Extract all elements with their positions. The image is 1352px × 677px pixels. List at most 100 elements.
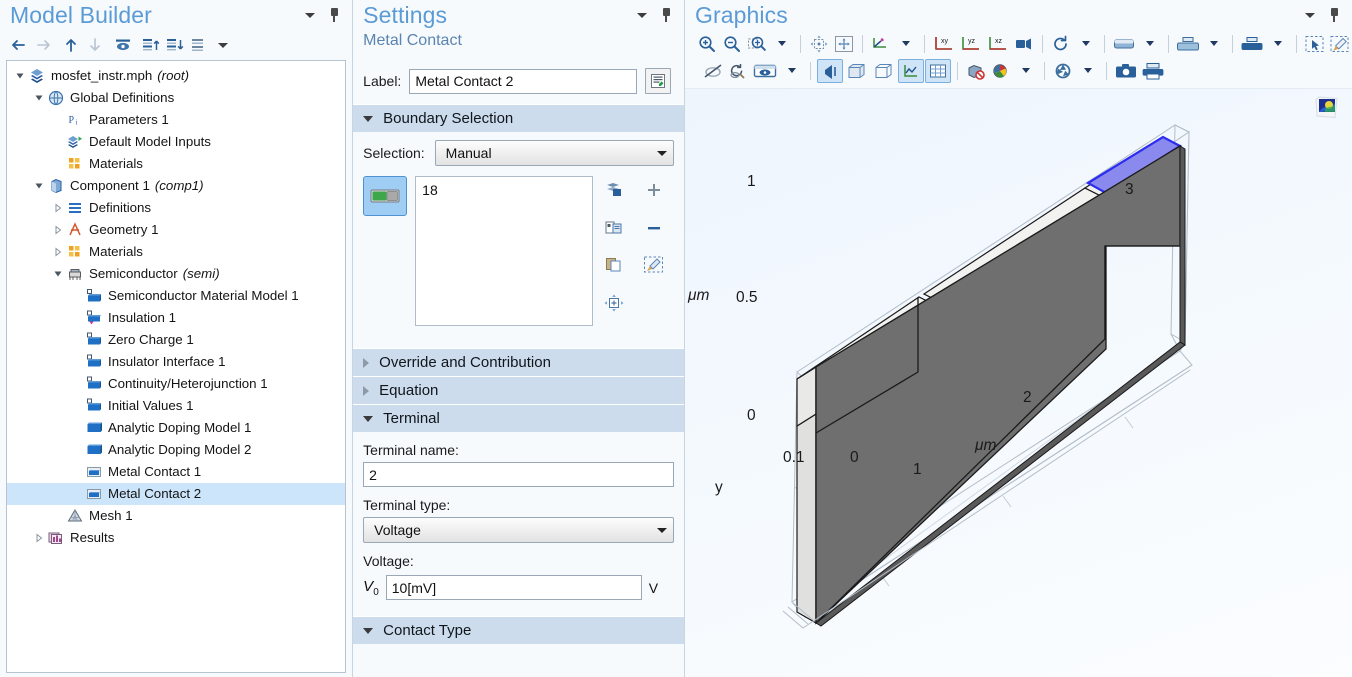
pin-icon[interactable]	[326, 7, 342, 23]
show-grid-icon[interactable]	[925, 58, 951, 83]
go-forward-icon[interactable]	[32, 34, 54, 56]
scene-settings-dropdown-icon[interactable]	[1076, 59, 1100, 83]
print-preview-icon[interactable]	[1175, 32, 1201, 56]
transparency-icon[interactable]	[871, 59, 897, 83]
label-input[interactable]	[409, 68, 638, 94]
expand-triangle-closed-icon[interactable]	[51, 219, 65, 241]
graphics-canvas[interactable]: 1 0.5 0 μm 1 2 3 μm 0.1 0 y	[685, 88, 1352, 677]
reset-view-icon[interactable]	[1049, 32, 1073, 56]
zoom-extents-icon[interactable]	[807, 32, 831, 56]
tree-node-materials[interactable]: Materials	[7, 241, 345, 263]
zoom-box-dropdown-icon[interactable]	[770, 32, 794, 56]
terminal-name-input[interactable]	[363, 462, 674, 487]
tree-node-analytic-doping-model-2[interactable]: Analytic Doping Model 2	[7, 439, 345, 461]
chevron-down-icon[interactable]	[1302, 7, 1318, 23]
move-up-icon[interactable]	[60, 34, 82, 56]
paste-selection-icon[interactable]	[601, 253, 627, 277]
tree-node-global-definitions[interactable]: Global Definitions	[7, 87, 345, 109]
hide-geometry-icon[interactable]	[701, 59, 725, 83]
scene-light-icon[interactable]	[1111, 32, 1137, 56]
select-box-icon[interactable]	[1303, 32, 1327, 56]
terminal-type-dropdown[interactable]: Voltage	[363, 517, 674, 543]
tree-node-results[interactable]: Results	[7, 527, 345, 549]
move-down-icon[interactable]	[84, 34, 106, 56]
click-and-hide-icon[interactable]	[817, 58, 843, 83]
expand-triangle-open-icon[interactable]	[32, 175, 46, 197]
expand-triangle-closed-icon[interactable]	[51, 241, 65, 263]
print-icon[interactable]	[1140, 59, 1166, 83]
color-legend-dropdown-icon[interactable]	[1014, 59, 1038, 83]
selection-entity-list[interactable]: 18	[415, 176, 594, 326]
chevron-down-icon[interactable]	[634, 7, 650, 23]
zoom-box-icon[interactable]	[745, 32, 769, 56]
tree-node-continuity-heterojunction-1[interactable]: Continuity/Heterojunction 1	[7, 373, 345, 395]
reset-dropdown-icon[interactable]	[1074, 32, 1098, 56]
toolbar-dropdown-icon[interactable]	[212, 34, 234, 56]
print-preview-dropdown-icon[interactable]	[1202, 32, 1226, 56]
go-back-icon[interactable]	[8, 34, 30, 56]
active-selection-toggle-icon[interactable]	[363, 176, 408, 216]
copy-selection-icon[interactable]	[601, 216, 627, 240]
section-override-and-contribution[interactable]: Override and Contribution	[353, 348, 684, 376]
rotate-axis-icon[interactable]	[869, 32, 893, 56]
camera-view-icon[interactable]	[1012, 32, 1036, 56]
tree-node-metal-contact-1[interactable]: Metal Contact 1	[7, 461, 345, 483]
node-options-icon[interactable]	[188, 34, 210, 56]
tree-node-semiconductor[interactable]: Semiconductor (semi)	[7, 263, 345, 285]
reset-hiding-icon[interactable]	[726, 59, 750, 83]
expand-triangle-open-icon[interactable]	[32, 87, 46, 109]
expand-triangle-open-icon[interactable]	[51, 263, 65, 285]
rotate-dropdown-icon[interactable]	[894, 32, 918, 56]
add-to-selection-icon[interactable]	[641, 178, 667, 202]
select-all-icon[interactable]	[964, 59, 988, 83]
scene-settings-icon[interactable]	[1051, 59, 1075, 83]
model-tree-container[interactable]: mosfet_instr.mph (root) Global Definitions…	[6, 60, 347, 673]
expand-triangle-closed-icon[interactable]	[51, 197, 65, 219]
rename-node-icon[interactable]	[645, 68, 672, 94]
pin-icon[interactable]	[658, 7, 674, 23]
tree-node-initial-values-1[interactable]: Initial Values 1	[7, 395, 345, 417]
section-contact-type[interactable]: Contact Type	[353, 616, 684, 644]
tree-node-metal-contact-2[interactable]: Metal Contact 2	[7, 483, 346, 505]
tree-node-component-1[interactable]: Component 1 (comp1)	[7, 175, 345, 197]
tree-node-insulation-1[interactable]: Insulation 1	[7, 307, 345, 329]
tree-node-zero-charge-1[interactable]: Zero Charge 1	[7, 329, 345, 351]
zoom-to-selection-icon[interactable]	[601, 291, 627, 315]
view-xy-icon[interactable]: xy	[931, 32, 957, 56]
tree-node-definitions[interactable]: Definitions	[7, 197, 345, 219]
view-xz-icon[interactable]: xz	[985, 32, 1011, 56]
expand-all-icon[interactable]	[164, 34, 186, 56]
color-legend-icon[interactable]	[989, 59, 1013, 83]
section-boundary-selection[interactable]: Boundary Selection	[353, 104, 684, 132]
tree-node-semiconductor-material-model-1[interactable]: Semiconductor Material Model 1	[7, 285, 345, 307]
expand-triangle-open-icon[interactable]	[13, 65, 27, 87]
section-equation[interactable]: Equation	[353, 376, 684, 404]
create-selection-icon[interactable]	[601, 178, 627, 202]
wireframe-rendering-icon[interactable]	[844, 59, 870, 83]
pin-icon[interactable]	[1326, 7, 1342, 23]
expand-triangle-closed-icon[interactable]	[32, 527, 46, 549]
view-hidden-dropdown-icon[interactable]	[780, 59, 804, 83]
clear-selection-icon[interactable]	[1328, 32, 1352, 56]
zoom-in-icon[interactable]	[695, 32, 719, 56]
tree-node-mosfet-instr-mph[interactable]: mosfet_instr.mph (root)	[7, 65, 345, 87]
tree-node-geometry-1[interactable]: Geometry 1	[7, 219, 345, 241]
show-hide-icon[interactable]	[112, 34, 134, 56]
image-snapshot-dropdown-icon[interactable]	[1266, 32, 1290, 56]
zoom-out-icon[interactable]	[720, 32, 744, 56]
scene-light-dropdown-icon[interactable]	[1138, 32, 1162, 56]
section-terminal[interactable]: Terminal	[353, 404, 684, 432]
tree-node-parameters-1[interactable]: Pi Parameters 1	[7, 109, 345, 131]
image-snapshot-icon[interactable]	[1239, 32, 1265, 56]
tree-node-insulator-interface-1[interactable]: Insulator Interface 1	[7, 351, 345, 373]
clear-selection-icon[interactable]	[641, 253, 667, 277]
voltage-input[interactable]	[385, 575, 642, 600]
show-axis-icon[interactable]	[898, 58, 924, 83]
tree-node-materials[interactable]: Materials	[7, 153, 345, 175]
view-yz-icon[interactable]: yz	[958, 32, 984, 56]
snapshot-icon[interactable]	[1113, 59, 1139, 83]
remove-from-selection-icon[interactable]	[641, 216, 667, 240]
selection-mode-dropdown[interactable]: Manual	[434, 140, 674, 166]
view-hidden-icon[interactable]	[751, 59, 779, 83]
chevron-down-icon[interactable]	[302, 7, 318, 23]
